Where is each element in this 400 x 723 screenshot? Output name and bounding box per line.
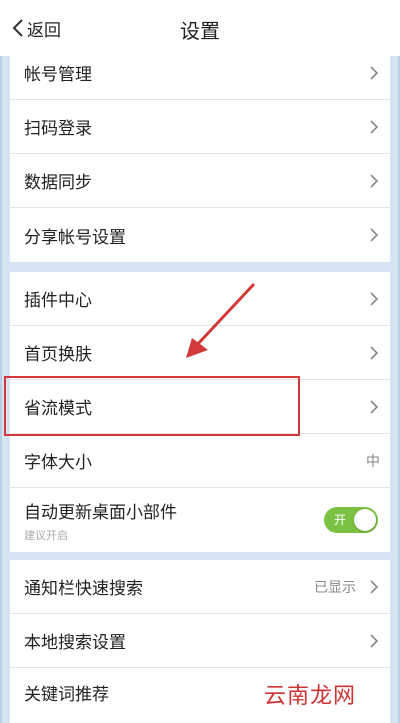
settings-item-label: 首页换肤 — [24, 345, 92, 365]
toggle-label: 开 — [334, 513, 347, 527]
chevron-right-icon — [370, 579, 378, 594]
chevron-right-icon — [370, 173, 378, 188]
chevron-right-icon — [370, 345, 378, 360]
settings-item-data-sync[interactable]: 数据同步 — [10, 154, 390, 208]
font-size-value: 中 — [366, 453, 380, 470]
chevron-right-icon — [370, 633, 378, 648]
account-settings-group: 帐号管理 扫码登录 数据同步 分享帐号设置 — [10, 46, 390, 262]
settings-item-account-management[interactable]: 帐号管理 — [10, 46, 390, 100]
settings-item-qr-login[interactable]: 扫码登录 — [10, 100, 390, 154]
settings-item-notification-search[interactable]: 通知栏快速搜索 已显示 — [10, 560, 390, 614]
chevron-right-icon — [370, 228, 378, 242]
auto-update-toggle[interactable]: 开 — [324, 507, 378, 533]
settings-item-label: 自动更新桌面小部件 — [24, 502, 177, 523]
settings-item-label: 扫码登录 — [24, 119, 92, 139]
chevron-right-icon — [370, 291, 378, 306]
settings-item-font-size[interactable]: 字体大小 中 — [10, 434, 390, 488]
watermark-logo: 云南龙网 — [264, 684, 357, 709]
settings-item-label: 分享帐号设置 — [24, 227, 126, 248]
settings-item-auto-update-widget: 自动更新桌面小部件 建议开启 开 — [10, 488, 390, 552]
arrow-annotation-icon — [186, 282, 256, 358]
settings-item-label: 省流模式 — [24, 399, 92, 419]
settings-item-share-account[interactable]: 分享帐号设置 — [10, 208, 390, 262]
toggle-knob — [354, 509, 376, 531]
settings-item-data-saver[interactable]: 省流模式 — [10, 380, 390, 434]
settings-item-label: 字体大小 — [24, 453, 92, 473]
settings-item-label: 通知栏快速搜索 — [24, 579, 143, 599]
page-title: 设置 — [180, 19, 220, 43]
chevron-right-icon — [370, 119, 378, 134]
settings-item-label: 本地搜索设置 — [24, 633, 126, 653]
settings-item-label: 数据同步 — [24, 173, 92, 193]
chevron-right-icon — [370, 65, 378, 80]
settings-item-label: 帐号管理 — [24, 65, 92, 85]
settings-item-hint: 建议开启 — [24, 528, 68, 542]
settings-item-local-search[interactable]: 本地搜索设置 — [10, 614, 390, 668]
settings-item-label: 关键词推荐 — [24, 685, 109, 705]
settings-item-label: 插件中心 — [24, 291, 92, 311]
chevron-right-icon — [370, 399, 378, 414]
notification-search-status: 已显示 — [314, 579, 356, 596]
